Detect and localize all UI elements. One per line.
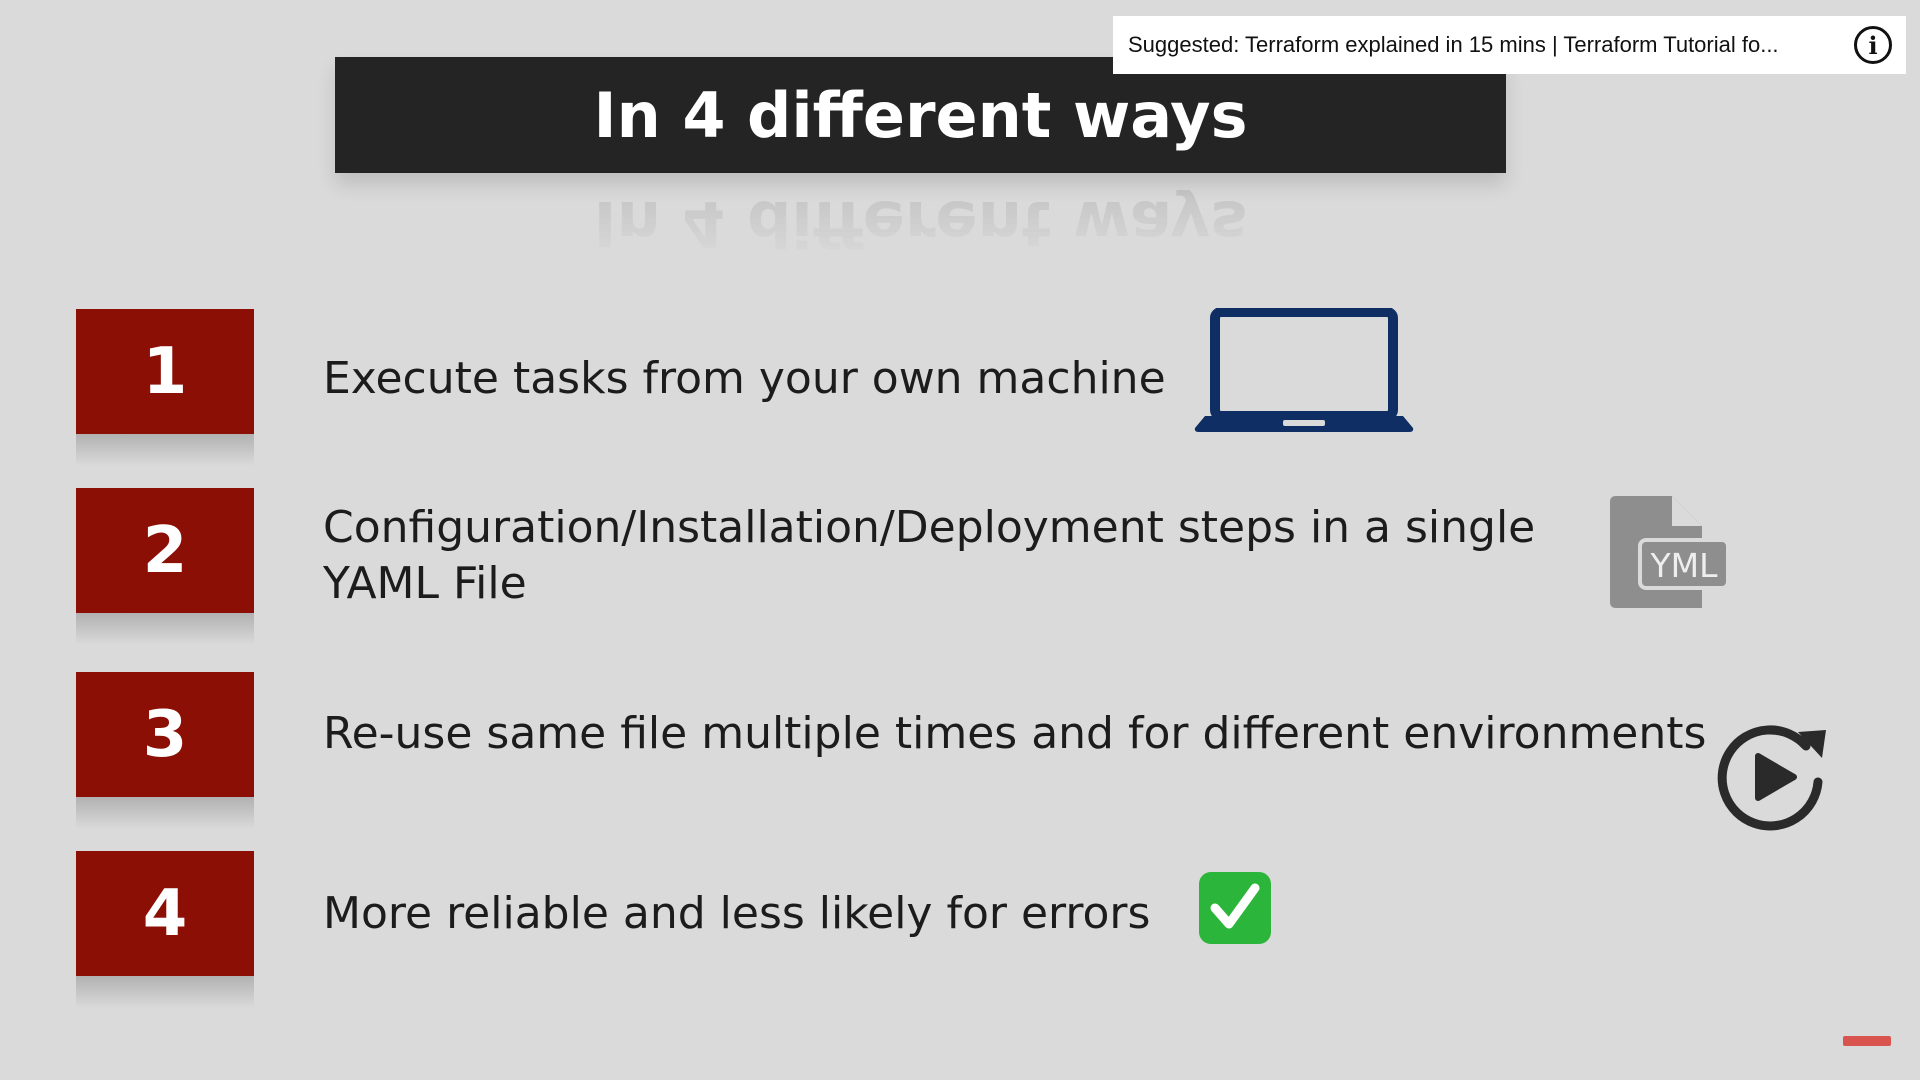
step-number-2: 2: [76, 488, 254, 613]
suggested-video-text[interactable]: Suggested: Terraform explained in 15 min…: [1128, 32, 1854, 58]
replay-icon: [1717, 725, 1826, 831]
step-text-2: Configuration/Installation/Deployment st…: [323, 500, 1535, 612]
step-text-2-line-2: YAML File: [323, 558, 527, 609]
step-number-3: 3: [76, 672, 254, 797]
step-text-3-line: Re-use same file multiple times and for …: [323, 708, 1707, 759]
slide: In 4 different ways In 4 different ways …: [0, 0, 1920, 1080]
step-text-4: More reliable and less likely for errors: [323, 886, 1150, 942]
step-number-2-reflection: [76, 613, 254, 645]
step-text-1: Execute tasks from your own machine: [323, 351, 1166, 407]
step-number-4: 4: [76, 851, 254, 976]
info-icon[interactable]: i: [1854, 26, 1892, 64]
laptop-icon: [1194, 308, 1414, 432]
step-text-1-line: Execute tasks from your own machine: [323, 353, 1166, 404]
suggested-video-card[interactable]: Suggested: Terraform explained in 15 min…: [1113, 16, 1906, 74]
step-number-4-reflection: [76, 976, 254, 1008]
slide-title: In 4 different ways: [335, 57, 1506, 173]
slide-title-reflection: In 4 different ways: [593, 190, 1248, 260]
step-text-2-line-1: Configuration/Installation/Deployment st…: [323, 502, 1536, 553]
step-text-4-line: More reliable and less likely for errors: [323, 888, 1151, 939]
yml-file-icon: YML: [1610, 496, 1730, 608]
step-number-3-reflection: [76, 797, 254, 829]
step-number-1: 1: [76, 309, 254, 434]
step-number-1-reflection: [76, 434, 254, 466]
step-text-3: Re-use same file multiple times and for …: [323, 706, 1706, 762]
yml-label: YML: [1649, 546, 1718, 585]
subscribe-watermark[interactable]: [1843, 1036, 1891, 1046]
check-mark-icon: [1199, 872, 1271, 944]
